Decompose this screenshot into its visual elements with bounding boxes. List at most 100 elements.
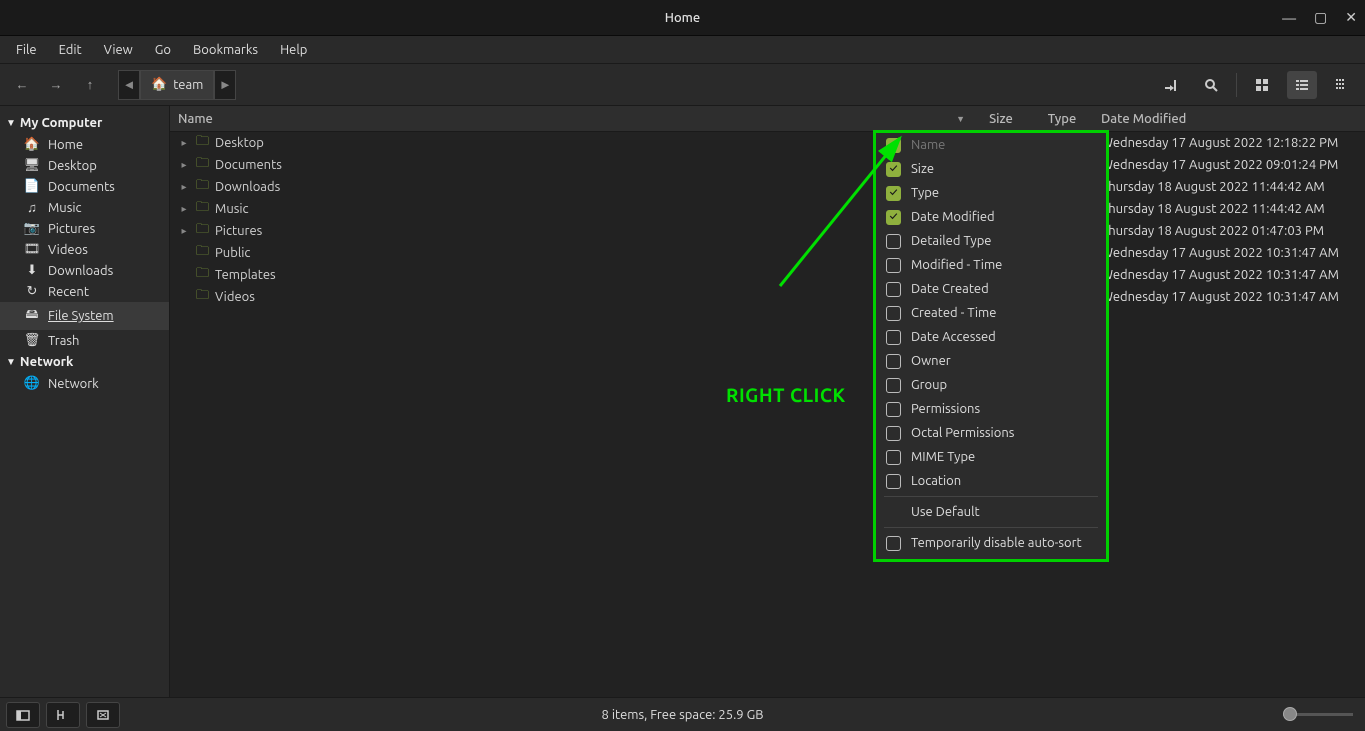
file-name: Documents (215, 158, 282, 172)
file-date: Wednesday 17 August 2022 10:31:47 AM (1095, 290, 1365, 304)
ctx-item-modified-time[interactable]: Modified - Time (876, 253, 1106, 277)
expand-icon[interactable]: ▸ (178, 159, 190, 171)
forward-button[interactable]: → (42, 71, 70, 99)
sidebar-item-music[interactable]: ♫Music (0, 197, 169, 218)
sidebar-item-documents[interactable]: 📄Documents (0, 176, 169, 197)
sidebar-item-pictures[interactable]: 📷Pictures (0, 218, 169, 239)
menu-file[interactable]: File (6, 39, 47, 61)
downloads-icon: ⬇ (24, 263, 40, 278)
column-header-date[interactable]: Date Modified (1095, 112, 1365, 126)
expand-icon[interactable]: ▸ (178, 137, 190, 149)
checkbox-icon (886, 378, 901, 393)
checkbox-icon (886, 306, 901, 321)
folder-icon: 🗀 (196, 198, 209, 220)
pathbar: ◄ 🏠 team ► (118, 70, 236, 100)
close-button[interactable]: ✕ (1345, 9, 1357, 26)
menu-bookmarks[interactable]: Bookmarks (183, 39, 268, 61)
checkbox-icon (886, 474, 901, 489)
caret-down-icon: ▼ (6, 356, 16, 368)
checkbox-icon (886, 536, 901, 551)
file-name: Templates (215, 268, 276, 282)
ctx-item-location[interactable]: Location (876, 469, 1106, 493)
sidebar-group-header[interactable]: ▼My Computer (0, 112, 169, 134)
ctx-item-octal-permissions[interactable]: Octal Permissions (876, 421, 1106, 445)
checkbox-icon (886, 450, 901, 465)
expand-icon[interactable]: ▸ (178, 181, 190, 193)
sidebar-item-downloads[interactable]: ⬇Downloads (0, 260, 169, 281)
expand-icon[interactable]: ▸ (178, 203, 190, 215)
column-header-size[interactable]: Size (973, 112, 1029, 126)
file-name: Desktop (215, 136, 264, 150)
ctx-item-mime-type[interactable]: MIME Type (876, 445, 1106, 469)
ctx-disable-autosort[interactable]: Temporarily disable auto-sort (876, 531, 1106, 555)
ctx-item-type[interactable]: Type (876, 181, 1106, 205)
back-button[interactable]: ← (8, 71, 36, 99)
menu-edit[interactable]: Edit (49, 39, 92, 61)
checkbox-icon (886, 330, 901, 345)
ctx-item-date-modified[interactable]: Date Modified (876, 205, 1106, 229)
show-tree-button[interactable] (46, 702, 80, 728)
menu-view[interactable]: View (94, 39, 143, 61)
path-next-button[interactable]: ► (214, 70, 236, 100)
compact-view-button[interactable] (1327, 71, 1357, 99)
list-view-button[interactable] (1287, 71, 1317, 99)
toolbar: ← → ↑ ◄ 🏠 team ► (0, 64, 1365, 106)
column-header-type[interactable]: Type (1029, 112, 1095, 126)
file-date: Wednesday 17 August 2022 10:31:47 AM (1095, 268, 1365, 282)
checkbox-icon (886, 426, 901, 441)
pictures-icon: 📷 (24, 221, 40, 236)
home-icon: 🏠 (24, 137, 40, 152)
ctx-item-created-time[interactable]: Created - Time (876, 301, 1106, 325)
expand-icon[interactable]: ▸ (178, 225, 190, 237)
videos-icon: 🎞 (24, 242, 40, 257)
file-date: Thursday 18 August 2022 11:44:42 AM (1095, 180, 1365, 194)
folder-icon: 🗀 (196, 264, 209, 286)
folder-icon: 🗀 (196, 154, 209, 176)
sidebar-item-desktop[interactable]: 🖥Desktop (0, 155, 169, 176)
zoom-slider[interactable] (1283, 713, 1353, 716)
separator (884, 496, 1098, 497)
ctx-item-detailed-type[interactable]: Detailed Type (876, 229, 1106, 253)
sidebar-item-recent[interactable]: ↻Recent (0, 281, 169, 302)
path-segment-home[interactable]: 🏠 team (140, 70, 214, 100)
show-places-button[interactable] (6, 702, 40, 728)
annotation-label: RIGHT CLICK (726, 384, 846, 406)
divider (1236, 73, 1237, 97)
folder-icon: 🗀 (196, 242, 209, 264)
sidebar-item-home[interactable]: 🏠Home (0, 134, 169, 155)
caret-down-icon: ▼ (6, 117, 16, 129)
checkbox-icon (886, 402, 901, 417)
sidebar: ▼My Computer🏠Home🖥Desktop📄Documents♫Musi… (0, 106, 170, 697)
ctx-item-date-accessed[interactable]: Date Accessed (876, 325, 1106, 349)
file-name: Music (215, 202, 249, 216)
sidebar-group-header[interactable]: ▼Network (0, 351, 169, 373)
sidebar-item-trash[interactable]: 🗑Trash (0, 330, 169, 351)
up-button[interactable]: ↑ (76, 71, 104, 99)
icon-view-button[interactable] (1247, 71, 1277, 99)
ctx-item-size[interactable]: Size (876, 157, 1106, 181)
toggle-location-button[interactable] (1156, 71, 1186, 99)
close-sidebar-button[interactable] (86, 702, 120, 728)
minimize-button[interactable]: — (1282, 10, 1296, 26)
ctx-item-group[interactable]: Group (876, 373, 1106, 397)
folder-icon: 🗀 (196, 286, 209, 308)
sidebar-item-videos[interactable]: 🎞Videos (0, 239, 169, 260)
ctx-item-owner[interactable]: Owner (876, 349, 1106, 373)
documents-icon: 📄 (24, 179, 40, 194)
sidebar-item-file-system[interactable]: 🖴File System (0, 302, 169, 330)
ctx-item-date-created[interactable]: Date Created (876, 277, 1106, 301)
ctx-item-permissions[interactable]: Permissions (876, 397, 1106, 421)
separator (884, 527, 1098, 528)
column-header-name[interactable]: Name ▼ (170, 112, 973, 126)
sidebar-item-network[interactable]: 🌐Network (0, 373, 169, 394)
menu-help[interactable]: Help (270, 39, 317, 61)
search-button[interactable] (1196, 71, 1226, 99)
maximize-button[interactable]: ▢ (1314, 9, 1327, 26)
path-prev-button[interactable]: ◄ (118, 70, 140, 100)
file-date: Wednesday 17 August 2022 10:31:47 AM (1095, 246, 1365, 260)
home-icon: 🏠 (151, 77, 167, 92)
ctx-use-default[interactable]: Use Default (876, 500, 1106, 524)
folder-icon: 🗀 (196, 220, 209, 242)
recent-icon: ↻ (24, 284, 40, 299)
menu-go[interactable]: Go (145, 39, 181, 61)
